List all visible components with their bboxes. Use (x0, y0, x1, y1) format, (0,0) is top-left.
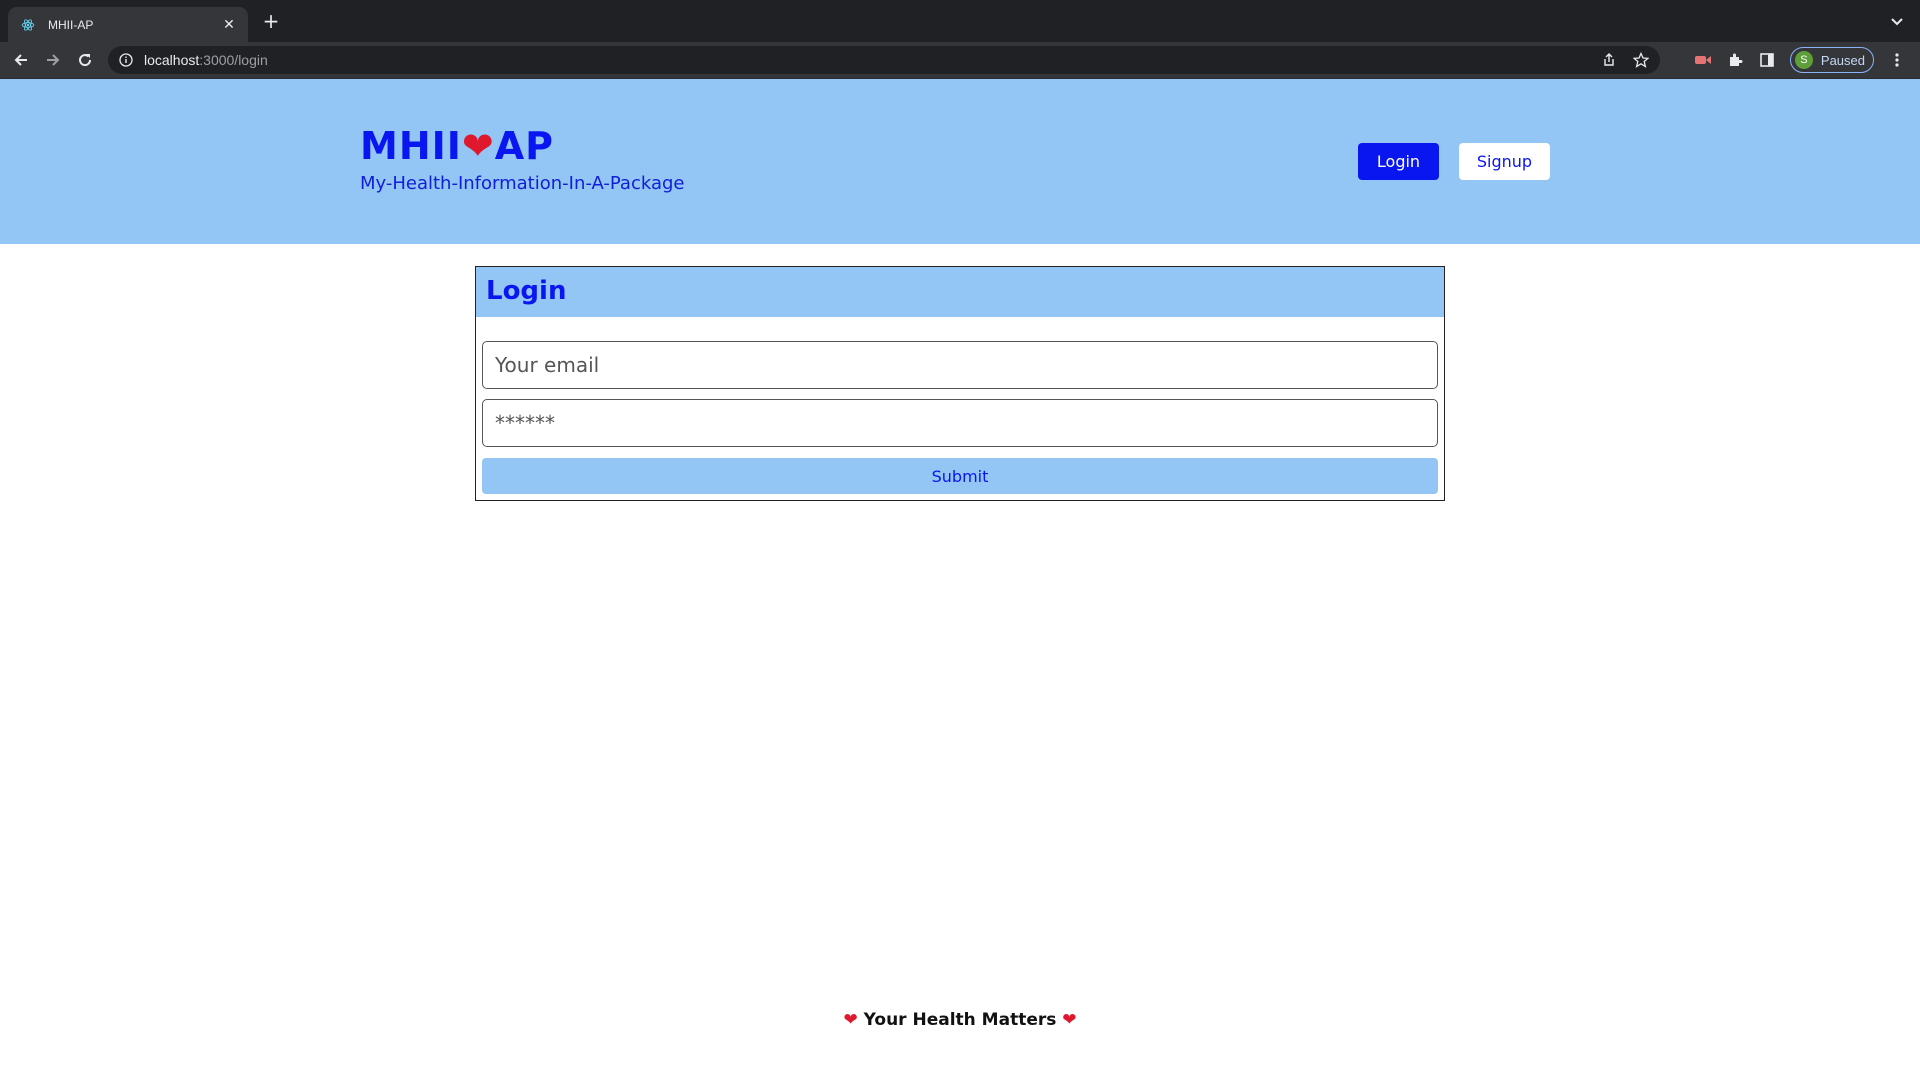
browser-toolbar: localhost:3000/login S Paused (0, 42, 1920, 79)
profile-status: Paused (1820, 52, 1865, 68)
extensions-puzzle-icon[interactable] (1726, 51, 1744, 69)
avatar: S (1794, 51, 1813, 69)
header-signup-button[interactable]: Signup (1459, 143, 1550, 180)
share-icon[interactable] (1600, 51, 1618, 69)
password-field[interactable] (482, 399, 1438, 447)
heart-icon: ❤ (843, 1010, 858, 1030)
brand-subtitle: My-Health-Information-In-A-Package (360, 173, 685, 194)
reload-icon[interactable] (74, 49, 96, 71)
back-arrow-icon[interactable] (10, 49, 32, 71)
login-card: Login Submit (475, 266, 1445, 501)
extension-record-icon[interactable] (1694, 51, 1712, 69)
browser-right-tools: S Paused (1694, 46, 1920, 74)
react-icon (20, 17, 36, 33)
brand-right: AP (494, 124, 555, 168)
heart-icon: ❤ (1062, 1010, 1077, 1030)
url-path: :3000/login (199, 52, 268, 68)
site-info-icon[interactable] (118, 52, 134, 68)
submit-button[interactable]: Submit (482, 458, 1438, 494)
url-text[interactable]: localhost:3000/login (144, 52, 268, 68)
login-title: Login (486, 276, 567, 306)
site-header: MHII❤AP My-Health-Information-In-A-Packa… (0, 79, 1920, 244)
heart-icon: ❤ (461, 124, 495, 168)
login-card-header: Login (476, 267, 1444, 317)
footer: ❤ Your Health Matters ❤ (0, 1010, 1920, 1030)
address-bar[interactable]: localhost:3000/login (108, 46, 1660, 74)
header-login-button[interactable]: Login (1358, 143, 1439, 180)
forward-arrow-icon[interactable] (42, 49, 64, 71)
browser-tab-bar: MHII-AP ✕ + (0, 0, 1920, 42)
browser-tab[interactable]: MHII-AP ✕ (8, 7, 248, 42)
profile-button[interactable]: S Paused (1789, 47, 1874, 73)
close-tab-icon[interactable]: ✕ (220, 17, 238, 33)
bookmark-star-icon[interactable] (1632, 51, 1650, 69)
brand-left: MHII (360, 124, 462, 168)
address-bar-actions (1600, 46, 1660, 74)
email-field[interactable] (482, 341, 1438, 389)
side-panel-icon[interactable] (1758, 51, 1776, 69)
browser-menu-icon[interactable] (1888, 51, 1906, 69)
footer-text: Your Health Matters (863, 1010, 1057, 1030)
tab-search-chevron-icon[interactable] (1888, 12, 1906, 30)
tab-title: MHII-AP (48, 17, 94, 32)
url-host: localhost (144, 52, 200, 68)
new-tab-icon[interactable]: + (260, 10, 282, 32)
brand-logo[interactable]: MHII❤AP (360, 123, 554, 169)
